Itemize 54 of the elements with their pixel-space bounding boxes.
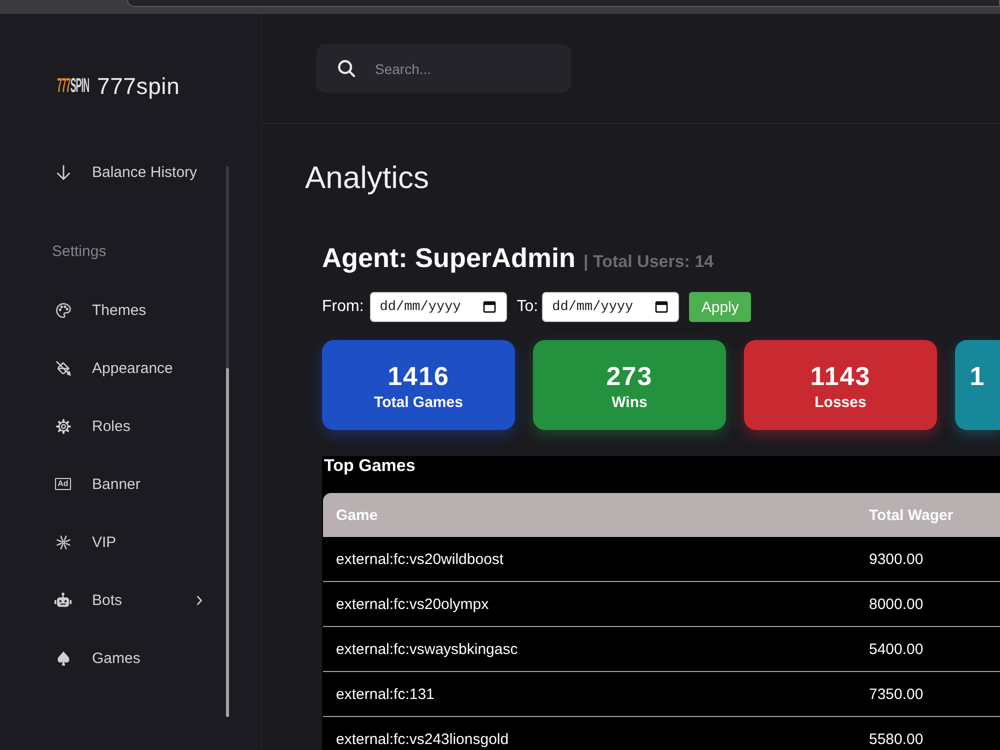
table-cell-text: 9300.00 — [868, 550, 924, 568]
from-date-field[interactable]: dd/mm/yyyy — [370, 292, 507, 322]
burst-icon — [56, 534, 70, 550]
address-bar[interactable] — [127, 0, 1000, 7]
to-label: To: — [516, 298, 538, 316]
sidebar-item[interactable]: Themes — [52, 298, 202, 322]
sidebar-item[interactable]: Balance History — [52, 160, 202, 184]
search-field[interactable]: Search... — [316, 44, 571, 93]
section-title: Settings — [52, 242, 106, 262]
spade-icon — [56, 650, 70, 666]
table-cell-text: 5580.00 — [868, 730, 924, 748]
arrow-down-icon — [56, 164, 70, 180]
page-title: Analytics — [305, 159, 430, 197]
calendar-icon — [482, 300, 496, 313]
agent-heading: Agent: SuperAdmin — [322, 242, 576, 274]
stat-value: 1 — [970, 362, 986, 390]
gear-icon — [56, 418, 70, 434]
robot-icon — [54, 592, 72, 608]
stat-value: 273 — [606, 362, 653, 390]
table-cell-text: 5400.00 — [868, 640, 924, 658]
table-cell-text: external:fc:vswaysbkingasc — [335, 640, 519, 658]
stat-label: Total Games — [374, 393, 463, 413]
ad-icon: Ad — [54, 478, 72, 490]
table-cell-text: external:fc:131 — [335, 686, 436, 702]
logo-mark: 777SPIN — [57, 76, 90, 96]
from-label: From: — [322, 298, 364, 316]
calendar-icon — [655, 300, 668, 313]
column-header: Total Wager — [868, 506, 954, 524]
brand-name: 777spin — [97, 72, 180, 100]
chevron-right-icon — [197, 596, 202, 604]
sidebar-item[interactable]: Ad Banner — [52, 472, 202, 496]
table-cell-text: external:fc:vs243lionsgold — [335, 730, 510, 748]
column-header: Game — [335, 506, 379, 524]
sidebar-item[interactable]: VIP — [52, 530, 202, 554]
stat-value: 1416 — [388, 362, 450, 390]
table-cell-text: external:fc:vs20olympx — [335, 596, 490, 612]
paint-bucket-icon — [56, 360, 70, 376]
sidebar-item[interactable]: Roles — [52, 414, 202, 438]
table-cell-text: 7350.00 — [868, 686, 924, 702]
scrollbar-track[interactable] — [226, 166, 229, 717]
stat-label: Wins — [612, 393, 648, 413]
search-icon — [338, 60, 355, 77]
table-cell-text: external:fc:vs20wildboost — [335, 550, 505, 568]
palette-icon — [56, 302, 70, 318]
stat-label: Losses — [814, 393, 866, 413]
sidebar-item[interactable]: Games — [52, 646, 202, 670]
total-users-text: | Total Users: 14 — [584, 252, 714, 272]
sidebar-item[interactable]: Appearance — [52, 356, 202, 380]
sidebar-item[interactable]: Bots — [52, 588, 202, 612]
table-cell-text: 8000.00 — [868, 596, 924, 612]
to-date-field[interactable]: dd/mm/yyyy — [542, 292, 680, 322]
stat-value: 1143 — [810, 362, 871, 390]
scrollbar-thumb[interactable] — [226, 368, 229, 717]
section-heading: Top Games — [324, 456, 416, 476]
